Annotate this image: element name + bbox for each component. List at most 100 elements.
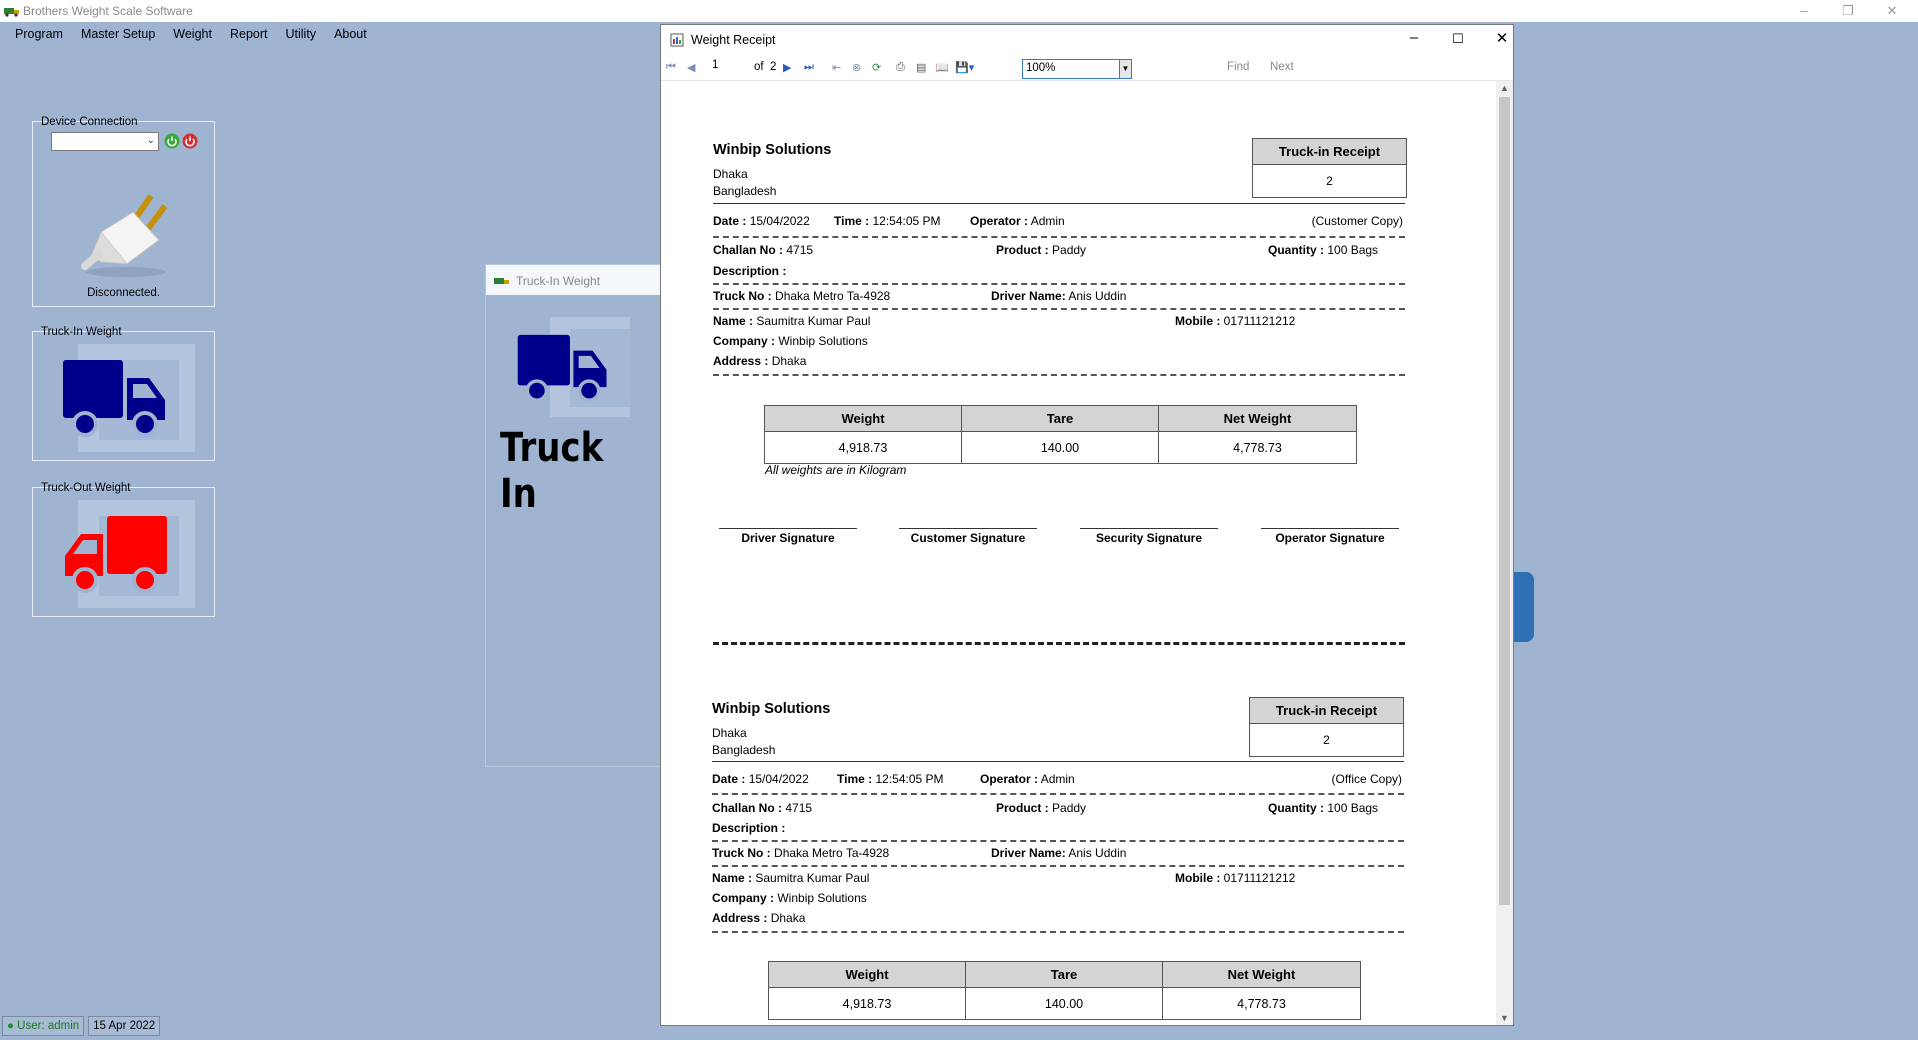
truck-in-window-titlebar[interactable]: Truck-In Weight — [486, 265, 664, 295]
print-icon[interactable]: ⎙ — [896, 61, 905, 74]
challan-row: Challan No : 4715 Product : Paddy Quanti… — [712, 801, 1404, 817]
previous-page-icon[interactable]: ◀ — [687, 61, 695, 74]
date-row: Date : 15/04/2022 Time : 12:54:05 PM Ope… — [713, 214, 1405, 230]
restore-button[interactable]: ❐ — [1826, 0, 1870, 22]
divider — [713, 374, 1405, 376]
weight-header: Weight — [768, 961, 966, 988]
next-page-icon[interactable]: ▶ — [783, 61, 791, 74]
menu-master-setup[interactable]: Master Setup — [72, 22, 164, 48]
truck-label: Truck No : — [713, 289, 772, 303]
zoom-select[interactable]: 100% ▼ — [1022, 59, 1132, 79]
receipt-window-title: Weight Receipt — [691, 33, 776, 47]
weight-table-header: Weight Tare Net Weight — [768, 961, 1361, 988]
device-connection-title: Device Connection — [41, 116, 138, 128]
product-value: Paddy — [1052, 243, 1087, 257]
receipt-window-titlebar[interactable]: Weight Receipt – ☐ ✕ — [661, 25, 1513, 55]
status-user-text: User: admin — [17, 1020, 80, 1032]
last-page-icon[interactable]: ⏭ — [804, 61, 814, 74]
date-value: 15/04/2022 — [748, 772, 809, 786]
customer-signature: Customer Signature — [899, 528, 1037, 545]
quantity-label: Quantity : — [1268, 801, 1324, 815]
time-label: Time : — [834, 214, 870, 228]
truck-in-window-title: Truck-In Weight — [516, 274, 601, 288]
menu-weight[interactable]: Weight — [164, 22, 221, 48]
divider — [713, 203, 1405, 204]
menu-program[interactable]: Program — [6, 22, 72, 48]
company-label: Company : — [712, 891, 775, 905]
truck-app-icon — [494, 278, 509, 284]
close-button[interactable]: ✕ — [1870, 0, 1914, 22]
tare-header: Tare — [965, 961, 1163, 988]
truck-value: Dhaka Metro Ta-4928 — [775, 289, 891, 303]
report-icon — [670, 33, 684, 47]
status-date: 15 Apr 2022 — [88, 1016, 161, 1036]
operator-label: Operator : — [980, 772, 1039, 786]
chevron-down-icon[interactable]: ▼ — [1119, 60, 1131, 78]
menu-about[interactable]: About — [325, 22, 376, 48]
truck-out-panel[interactable]: Truck-Out Weight — [32, 482, 215, 617]
divider — [712, 840, 1404, 842]
operator-value: Admin — [1030, 214, 1065, 228]
receipt-number-box: Truck-in Receipt 2 — [1249, 697, 1404, 757]
device-status: Disconnected. — [87, 287, 160, 299]
device-select[interactable]: ⌄ — [51, 132, 159, 151]
truck-value: Dhaka Metro Ta-4928 — [774, 846, 890, 860]
page-number-input[interactable]: 1 — [704, 59, 734, 76]
page-setup-icon[interactable]: 📖 — [935, 61, 949, 74]
security-signature: Security Signature — [1080, 528, 1218, 545]
challan-row: Challan No : 4715 Product : Paddy Quanti… — [713, 243, 1405, 259]
blue-truck-icon — [63, 360, 165, 437]
of-label: of — [754, 61, 764, 73]
divider — [712, 931, 1404, 933]
address-value: Dhaka — [770, 911, 806, 925]
net-weight-value: 4,778.73 — [1158, 431, 1357, 464]
divider — [712, 865, 1404, 867]
stop-icon[interactable]: ⊗ — [852, 61, 861, 74]
name-label: Name : — [713, 314, 754, 328]
scroll-thumb[interactable] — [1499, 97, 1510, 905]
menu-utility[interactable]: Utility — [277, 22, 326, 48]
company-country: Bangladesh — [713, 184, 777, 198]
truck-in-weight-window[interactable]: Truck-In Weight Truck In — [485, 264, 665, 767]
net-weight-header: Net Weight — [1162, 961, 1361, 988]
name-row: Name : Saumitra Kumar Paul Mobile : 0171… — [713, 314, 1405, 330]
back-icon[interactable]: ⇤ — [832, 61, 841, 74]
refresh-icon[interactable]: ⟳ — [872, 61, 881, 74]
app-title: Brothers Weight Scale Software — [23, 4, 193, 18]
table-row: 4,918.73 140.00 4,778.73 — [768, 987, 1361, 1020]
weight-unit-note: All weights are in Kilogram — [765, 463, 907, 477]
weight-receipt-window[interactable]: Weight Receipt – ☐ ✕ ⏮ ◀ 1 of 2 ▶ ⏭ ⇤ ⊗ … — [660, 24, 1514, 1026]
driver-label: Driver Name: — [991, 289, 1066, 303]
print-layout-icon[interactable]: ▤ — [916, 61, 926, 74]
next-button[interactable]: Next — [1270, 61, 1294, 73]
minimize-button[interactable]: – — [1782, 0, 1826, 22]
power-off-icon[interactable] — [182, 133, 198, 149]
company-name: Winbip Solutions — [712, 701, 831, 717]
hidden-window-edge — [1514, 572, 1534, 642]
description-row: Description : — [712, 821, 1404, 837]
challan-label: Challan No : — [712, 801, 783, 815]
power-on-icon[interactable] — [164, 133, 180, 149]
maximize-button[interactable]: ☐ — [1443, 31, 1473, 47]
name-label: Name : — [712, 871, 753, 885]
quantity-value: 100 Bags — [1327, 243, 1379, 257]
red-truck-icon — [65, 516, 167, 593]
export-icon[interactable]: 💾▾ — [955, 61, 974, 74]
minimize-button[interactable]: – — [1399, 29, 1429, 46]
zoom-value: 100% — [1026, 62, 1056, 74]
scroll-up-icon[interactable]: ▲ — [1496, 83, 1513, 93]
driver-signature: Driver Signature — [719, 528, 857, 545]
menu-report[interactable]: Report — [221, 22, 277, 48]
driver-label: Driver Name: — [991, 846, 1066, 860]
scroll-down-icon[interactable]: ▼ — [1496, 1013, 1513, 1023]
mobile-label: Mobile : — [1175, 314, 1221, 328]
truck-row: Truck No : Dhaka Metro Ta-4928 Driver Na… — [713, 289, 1405, 305]
date-label: Date : — [713, 214, 747, 228]
truck-in-panel[interactable]: Truck-In Weight — [32, 326, 215, 461]
first-page-icon[interactable]: ⏮ — [666, 61, 676, 74]
find-button[interactable]: Find — [1227, 61, 1249, 73]
report-vertical-scrollbar[interactable]: ▲ ▼ — [1496, 81, 1513, 1025]
blue-truck-icon — [517, 334, 607, 402]
weight-table: Weight Tare Net Weight 4,918.73 140.00 4… — [764, 405, 1357, 464]
close-button[interactable]: ✕ — [1487, 29, 1517, 47]
